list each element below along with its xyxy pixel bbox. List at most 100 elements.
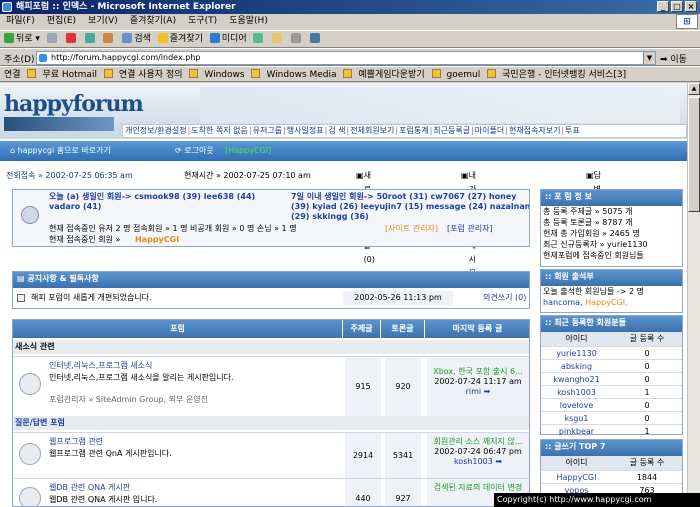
attendee-1[interactable]: hancoma, bbox=[543, 298, 583, 307]
menu-view[interactable]: 보기(V) bbox=[82, 16, 124, 26]
stats-newest[interactable]: 최근 신규등록자 » yurie1130 bbox=[541, 239, 682, 250]
member-post-count: 1 bbox=[612, 424, 682, 437]
link-item[interactable]: 무료 Hotmail bbox=[27, 69, 97, 80]
links-bar: 연결 무료 Hotmail 연결 사용자 정의 Windows Windows … bbox=[0, 66, 700, 82]
close-button[interactable]: × bbox=[685, 1, 697, 12]
edit-button[interactable] bbox=[310, 31, 322, 47]
menu-edit[interactable]: 편집(E) bbox=[41, 16, 82, 26]
refresh-button[interactable] bbox=[84, 31, 97, 47]
link-text: Windows bbox=[204, 70, 245, 80]
nav-recent[interactable]: 최근등록글 bbox=[433, 126, 470, 135]
forum-topics: 440 bbox=[345, 479, 381, 506]
edit-icon bbox=[310, 33, 321, 43]
nav-poll[interactable]: 투표 bbox=[565, 126, 580, 135]
address-label: 주소(D) bbox=[4, 55, 35, 65]
nav-messages[interactable]: 도착한 쪽지 없음 bbox=[191, 126, 248, 135]
menu-tools[interactable]: 도구(T) bbox=[182, 16, 223, 26]
search-button[interactable]: 검색 bbox=[122, 31, 151, 47]
stop-button[interactable] bbox=[65, 31, 78, 47]
member-id[interactable]: kosh1003 bbox=[541, 385, 612, 398]
member-id[interactable]: kwangho21 bbox=[541, 372, 612, 385]
new-members-panel: :: 최근 등록한 회원분들 아이디 글 등록 수 yurie1130 0 abski… bbox=[540, 315, 683, 437]
maximize-button[interactable]: □ bbox=[671, 1, 683, 12]
menu-help[interactable]: 도움말(H) bbox=[223, 16, 274, 26]
chevron-down-icon[interactable]: ▼ bbox=[643, 52, 655, 64]
address-bar: 주소(D) http://forum.happycgi.com/index.ph… bbox=[0, 48, 700, 66]
logout-link[interactable]: ⟳ 로그아웃 bbox=[175, 141, 214, 161]
member-id[interactable]: ksgu1 bbox=[541, 411, 612, 424]
nav-stats[interactable]: 포럼통계 bbox=[399, 126, 428, 135]
new-posts-link[interactable]: ▣ 새로 등록된 글 (0) bbox=[356, 169, 375, 264]
nav-usergroups[interactable]: 유저그룹 bbox=[253, 126, 282, 135]
forum-title[interactable]: 웹DB 관련 QNA 게시판 bbox=[49, 483, 130, 493]
member-id[interactable]: pinkbear bbox=[541, 424, 612, 437]
notice-title[interactable]: 해피 포럼이 새롭게 개편되었습니다. bbox=[31, 291, 152, 305]
link-item[interactable]: Windows bbox=[189, 69, 245, 80]
title-bar: 해피포럼 :: 인덱스 - Microsoft Internet Explore… bbox=[0, 0, 700, 14]
nav-myfolder[interactable]: 마이폴더 bbox=[475, 126, 504, 135]
attendee-2[interactable]: HappyCGI, bbox=[585, 298, 628, 307]
back-button[interactable]: 뒤로 ▾ bbox=[4, 31, 40, 47]
go-button[interactable]: ➡ 이동 bbox=[660, 52, 687, 65]
forward-button[interactable] bbox=[46, 31, 59, 47]
stats-members: 현재 총 가입회원 » 2465 명 bbox=[543, 229, 640, 238]
forum-admin-link[interactable]: [포럼 관리자] bbox=[447, 224, 493, 234]
minimize-button[interactable]: _ bbox=[657, 1, 669, 12]
category-news[interactable]: 새소식 관련 bbox=[13, 340, 529, 354]
nav-search[interactable]: 검 색 bbox=[328, 126, 345, 135]
menu-file[interactable]: 파일(F) bbox=[0, 16, 41, 26]
forum-status-icon bbox=[19, 373, 41, 395]
history-button[interactable] bbox=[253, 31, 265, 47]
media-button[interactable]: 미디어 bbox=[209, 31, 247, 47]
nav-online[interactable]: 현재접속자보기 bbox=[509, 126, 561, 135]
link-item[interactable]: 예쁠게임다운받기 bbox=[343, 69, 425, 80]
menu-favorites[interactable]: 즐겨찾기(A) bbox=[124, 16, 182, 26]
print-button[interactable] bbox=[291, 31, 303, 47]
last-post-user-text: kosh1003 bbox=[453, 457, 493, 466]
vertical-scrollbar[interactable]: ▲ ▼ bbox=[687, 83, 700, 507]
link-item[interactable]: 국민은행 - 인터넷뱅킹 서비스[3] bbox=[487, 69, 627, 80]
notice-comments[interactable]: 의견쓰기 (0) bbox=[483, 291, 526, 305]
site-admin-link[interactable]: [사이트 관리자] bbox=[385, 224, 438, 234]
users-icon bbox=[21, 206, 39, 224]
member-id[interactable]: lovelove bbox=[541, 398, 612, 411]
site-logo[interactable]: happyforum bbox=[4, 91, 144, 131]
last-post-title[interactable]: 검색된 자료의 데이터 변경 bbox=[427, 483, 529, 493]
col-post-count: 글 등록 수 bbox=[612, 456, 682, 470]
last-post-title[interactable]: Xbox, 한국 포함 출시 6... bbox=[427, 367, 529, 377]
scroll-up-button[interactable]: ▲ bbox=[688, 83, 700, 95]
forum-title[interactable]: 인터넷,리눅스,프로그램 새소식 bbox=[49, 361, 152, 371]
my-posts-link[interactable]: ▣ 내가 작성한 게시물 보기 bbox=[461, 169, 476, 306]
link-item[interactable]: Windows Media bbox=[251, 69, 337, 80]
last-post-user[interactable]: rimi ➡ bbox=[427, 387, 529, 397]
address-input[interactable]: http://forum.happycgi.com/index.php ▼ bbox=[36, 51, 656, 65]
member-id[interactable]: yurie1130 bbox=[541, 346, 612, 359]
link-item[interactable]: 연결 사용자 정의 bbox=[103, 69, 183, 80]
member-id[interactable]: HappyCGI bbox=[541, 470, 612, 483]
member-row: absking 0 bbox=[541, 359, 682, 372]
link-text: 국민은행 - 인터넷뱅킹 서비스[3] bbox=[502, 70, 627, 80]
category-qna[interactable]: 질문/답변 포럼 bbox=[13, 416, 529, 430]
favorites-button[interactable]: 즐겨찾기 bbox=[157, 31, 203, 47]
nav-members[interactable]: 전체회원보기 bbox=[350, 126, 394, 135]
home-link[interactable]: ⌂ happycgi 홈으로 바로가기 bbox=[10, 141, 111, 161]
search-icon bbox=[122, 33, 133, 43]
address-url: http://forum.happycgi.com/index.php bbox=[51, 53, 201, 62]
home-button[interactable] bbox=[103, 31, 115, 47]
last-post-user[interactable]: kosh1003 ➡ bbox=[427, 457, 529, 467]
unanswered-link[interactable]: ▣ 답변없는 게시물 보기 bbox=[586, 169, 601, 292]
nav-calendar[interactable]: 행사일정표 bbox=[287, 126, 324, 135]
member-row: kwangho21 0 bbox=[541, 372, 682, 385]
mail-button[interactable] bbox=[272, 31, 284, 47]
last-post-title[interactable]: 회원관리 소스 깨지지 않... bbox=[427, 437, 529, 447]
new-members-colhead: 아이디 글 등록 수 bbox=[541, 332, 682, 346]
online-member[interactable]: HappyCGI bbox=[135, 235, 179, 245]
scroll-thumb[interactable] bbox=[688, 97, 700, 212]
link-text: goemul bbox=[446, 70, 481, 80]
back-label: 뒤로 bbox=[16, 34, 33, 44]
last-post-date: 2002-07-24 11:17 am bbox=[434, 377, 522, 386]
forum-title[interactable]: 웹프로그램 관련 bbox=[49, 437, 103, 447]
member-id[interactable]: absking bbox=[541, 359, 612, 372]
nav-profile[interactable]: 개인정보/환경설정 bbox=[125, 126, 187, 135]
link-item[interactable]: goemul bbox=[431, 69, 481, 80]
